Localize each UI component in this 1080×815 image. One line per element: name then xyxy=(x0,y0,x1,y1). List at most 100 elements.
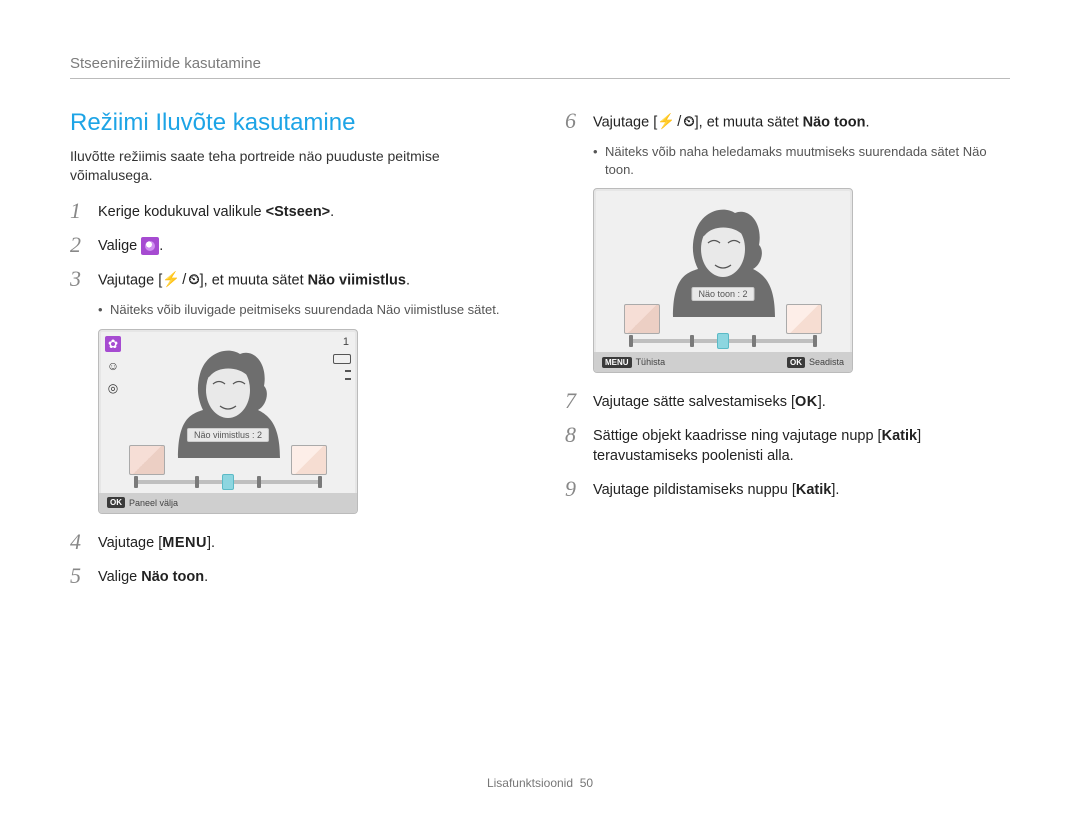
preview-thumbs xyxy=(624,304,822,334)
content-columns: Režiimi Iluvõte kasutamine Iluvõtte reži… xyxy=(70,109,1010,598)
lcd-left-icons: ✿ ☺ ◎ xyxy=(105,336,121,396)
step-8: 8 Sättige objekt kaadrisse ning vajutage… xyxy=(565,423,1010,466)
menu-key-icon: MENU xyxy=(602,357,632,368)
quality-icon xyxy=(345,378,351,380)
bold-text: Katik xyxy=(796,482,831,498)
battery-icon xyxy=(333,354,351,364)
portrait-illustration xyxy=(158,340,298,460)
page-footer: Lisafunktsioonid 50 xyxy=(0,776,1080,790)
ok-key-label: Paneel välja xyxy=(129,498,178,508)
portrait-illustration xyxy=(653,199,793,319)
flash-timer-icons: ⚡/⏲ xyxy=(162,271,199,291)
camera-lcd-retouch: ✿ ☺ ◎ 1 Näo viimistlus : 2 xyxy=(98,329,358,514)
step-text: Vajutage sätte salvestamiseks [OK]. xyxy=(593,389,826,413)
focus-icon: ◎ xyxy=(105,380,121,396)
resolution-icon xyxy=(345,370,351,372)
page-number: 50 xyxy=(580,776,593,790)
step-3: 3 Vajutage [⚡/⏲], et muuta sätet Näo vii… xyxy=(70,267,515,291)
step-text: Vajutage [⚡/⏲], et muuta sätet Näo toon. xyxy=(593,109,870,133)
mode-icon: ✿ xyxy=(105,336,121,352)
slider-thumb xyxy=(717,333,729,349)
text: . xyxy=(204,569,208,585)
bold-text: Katik xyxy=(882,428,917,444)
ok-key-icon: OK xyxy=(107,497,125,508)
text: . xyxy=(330,204,334,220)
step-text: Vajutage [MENU]. xyxy=(98,530,215,554)
step-7: 7 Vajutage sätte salvestamiseks [OK]. xyxy=(565,389,1010,413)
counter: 1 xyxy=(341,336,351,348)
text: Valige xyxy=(98,238,141,254)
text: Vajutage [ xyxy=(593,115,657,131)
flash-timer-icons: ⚡/⏲ xyxy=(657,113,694,133)
text: Vajutage sätte salvestamiseks [ xyxy=(593,394,795,410)
thumb-after xyxy=(291,445,327,475)
step-text: Valige Näo toon. xyxy=(98,564,208,588)
flash-icon: ⚡ xyxy=(657,113,675,133)
text: ]. xyxy=(818,394,826,410)
step-6-bullet: Näiteks võib naha heledamaks muutmiseks … xyxy=(593,143,1010,178)
step-1: 1 Kerige kodukuval valikule <Stseen>. xyxy=(70,199,515,223)
bold-text: Näo viimistlus xyxy=(308,273,406,289)
step-text: Vajutage [⚡/⏲], et muuta sätet Näo viimi… xyxy=(98,267,410,291)
step-5: 5 Valige Näo toon. xyxy=(70,564,515,588)
step-text: Sättige objekt kaadrisse ning vajutage n… xyxy=(593,423,1010,466)
text: Vajutage [ xyxy=(98,535,162,551)
text: . xyxy=(159,238,163,254)
bold-text: Näo toon xyxy=(141,569,204,585)
step-text: Vajutage pildistamiseks nuppu [Katik]. xyxy=(593,477,839,501)
text: Vajutage [ xyxy=(98,273,162,289)
step-number: 8 xyxy=(565,423,583,466)
lcd-footer: OK Paneel välja xyxy=(99,493,357,513)
text: ], et muuta sätet xyxy=(695,115,803,131)
menu-key-label: Tühista xyxy=(636,357,666,367)
retouch-level-badge: Näo viimistlus : 2 xyxy=(187,428,269,442)
thumb-before xyxy=(624,304,660,334)
tone-level-badge: Näo toon : 2 xyxy=(691,287,754,301)
text: . xyxy=(865,115,869,131)
lcd-right-icons: 1 xyxy=(333,336,351,380)
slider-thumb xyxy=(222,474,234,490)
breadcrumb: Stseenirežiimide kasutamine xyxy=(70,55,1010,79)
beauty-shot-mode-icon xyxy=(141,237,159,255)
text: Vajutage pildistamiseks nuppu [ xyxy=(593,482,796,498)
face-detect-icon: ☺ xyxy=(105,358,121,374)
step-2: 2 Valige . xyxy=(70,233,515,257)
ok-key-icon: OK xyxy=(787,357,805,368)
text: ]. xyxy=(831,482,839,498)
step-text: Valige . xyxy=(98,233,163,257)
preview-thumbs xyxy=(129,445,327,475)
left-column: Režiimi Iluvõte kasutamine Iluvõtte reži… xyxy=(70,109,515,598)
text: Valige xyxy=(98,569,141,585)
step-number: 4 xyxy=(70,530,88,554)
text: Kerige kodukuval valikule xyxy=(98,204,266,220)
step-9: 9 Vajutage pildistamiseks nuppu [Katik]. xyxy=(565,477,1010,501)
lcd-footer: MENU Tühista OK Seadista xyxy=(594,352,852,372)
text: . xyxy=(406,273,410,289)
flash-icon: ⚡ xyxy=(162,271,180,291)
thumb-after xyxy=(786,304,822,334)
step-number: 5 xyxy=(70,564,88,588)
step-text: Kerige kodukuval valikule <Stseen>. xyxy=(98,199,334,223)
step-number: 7 xyxy=(565,389,583,413)
thumb-before xyxy=(129,445,165,475)
ok-key-label: Seadista xyxy=(809,357,844,367)
step-3-bullet: Näiteks võib iluvigade peitmiseks suuren… xyxy=(98,301,515,319)
timer-icon: ⏲ xyxy=(188,271,199,291)
section-title: Režiimi Iluvõte kasutamine xyxy=(70,109,515,137)
ok-key-icon: OK xyxy=(795,394,818,410)
step-number: 9 xyxy=(565,477,583,501)
bold-text: <Stseen> xyxy=(266,204,331,220)
right-column: 6 Vajutage [⚡/⏲], et muuta sätet Näo too… xyxy=(565,109,1010,598)
text: Sättige objekt kaadrisse ning vajutage n… xyxy=(593,428,882,444)
step-number: 1 xyxy=(70,199,88,223)
step-number: 3 xyxy=(70,267,88,291)
step-6: 6 Vajutage [⚡/⏲], et muuta sätet Näo too… xyxy=(565,109,1010,133)
camera-lcd-tone: Näo toon : 2 MENU Tühista OK Seadista xyxy=(593,188,853,373)
bold-text: Näo toon xyxy=(803,115,866,131)
step-number: 2 xyxy=(70,233,88,257)
menu-key-icon: MENU xyxy=(162,535,207,551)
timer-icon: ⏲ xyxy=(683,113,694,133)
step-number: 6 xyxy=(565,109,583,133)
text: ], et muuta sätet xyxy=(200,273,308,289)
section-description: Iluvõtte režiimis saate teha portreide n… xyxy=(70,147,515,185)
